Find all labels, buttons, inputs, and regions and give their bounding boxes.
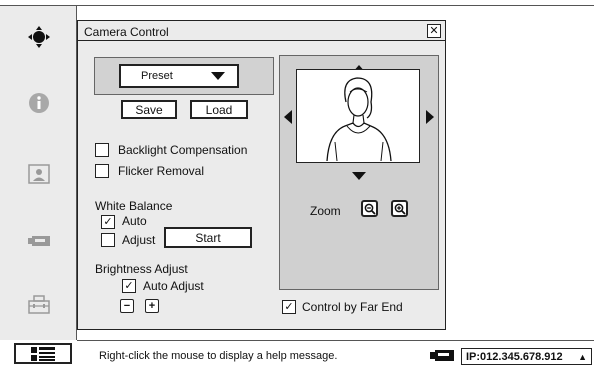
pan-right-arrow[interactable] (426, 110, 434, 129)
chevron-up-icon: ▲ (578, 351, 587, 362)
ip-address: IP:012.345.678.912 (466, 350, 563, 363)
brightness-heading: Brightness Adjust (95, 262, 188, 276)
ip-address-box[interactable]: IP:012.345.678.912 ▲ (461, 348, 592, 365)
top-border (0, 5, 594, 6)
pan-left-arrow[interactable] (284, 110, 292, 129)
person-icon[interactable] (26, 161, 52, 187)
title-divider (77, 40, 446, 41)
flicker-label: Flicker Removal (118, 164, 205, 178)
preset-dropdown[interactable]: Preset (119, 64, 239, 88)
zoom-in-button[interactable] (391, 200, 408, 217)
wb-adjust-label: Adjust (122, 233, 156, 247)
backlight-label: Backlight Compensation (118, 143, 248, 157)
menu-button[interactable] (14, 343, 72, 364)
wb-adjust-checkbox[interactable] (101, 233, 115, 247)
menu-icon (31, 346, 55, 361)
zoom-in-icon (394, 203, 406, 215)
camera-preview (296, 69, 420, 163)
network-icon[interactable] (26, 292, 52, 318)
status-bar-divider (77, 340, 594, 341)
help-message: Right-click the mouse to display a help … (99, 350, 338, 362)
camera-status-icon (429, 348, 455, 368)
zoom-out-icon (364, 203, 376, 215)
flicker-checkbox[interactable] (95, 164, 109, 178)
save-button[interactable]: Save (121, 100, 177, 119)
wb-auto-checkbox[interactable]: ✓ (101, 215, 115, 229)
move-icon[interactable] (26, 24, 52, 50)
load-button[interactable]: Load (190, 100, 248, 119)
white-balance-heading: White Balance (95, 199, 173, 213)
preset-selected: Preset (141, 70, 173, 82)
brightness-plus-button[interactable]: + (145, 299, 159, 313)
wb-start-button[interactable]: Start (164, 227, 252, 248)
pan-down-arrow[interactable] (352, 167, 366, 185)
close-button[interactable]: ✕ (427, 24, 441, 38)
wb-auto-label: Auto (122, 214, 147, 228)
sidebar (0, 6, 77, 340)
brightness-auto-checkbox[interactable]: ✓ (122, 279, 136, 293)
backlight-checkbox[interactable] (95, 143, 109, 157)
chevron-down-icon (211, 72, 225, 80)
info-icon[interactable] (26, 90, 52, 116)
far-end-label: Control by Far End (302, 300, 403, 314)
far-end-checkbox[interactable]: ✓ (282, 300, 296, 314)
zoom-out-button[interactable] (361, 200, 378, 217)
person-illustration (326, 77, 392, 162)
brightness-auto-label: Auto Adjust (143, 279, 204, 293)
dialog-title: Camera Control (84, 25, 169, 39)
camera-icon[interactable] (26, 228, 52, 254)
zoom-label: Zoom (310, 204, 341, 218)
brightness-minus-button[interactable]: − (120, 299, 134, 313)
